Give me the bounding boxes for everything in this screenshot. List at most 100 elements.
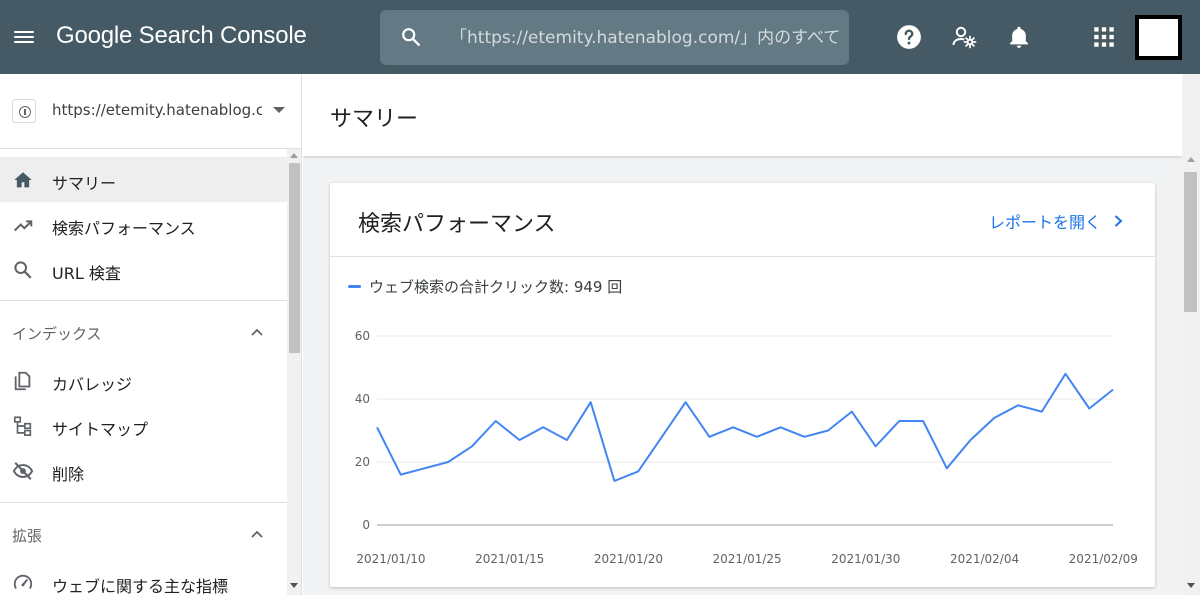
x-tick-label: 2021/01/10 [356, 552, 425, 566]
data-point [825, 428, 831, 434]
menu-icon[interactable] [12, 25, 36, 49]
trending-up-icon [14, 220, 33, 232]
sidebar-item-label: 削除 [52, 465, 85, 484]
sidebar-item-label: カバレッジ [52, 375, 133, 394]
x-tick-label: 2021/02/09 [1069, 552, 1138, 566]
chevron-up-icon[interactable] [250, 325, 264, 339]
performance-card: 検索パフォーマンス レポートを開く ウェブ検索の合計クリック数: 949 回 0… [330, 183, 1155, 587]
page-title: サマリー [330, 107, 419, 132]
help-icon[interactable] [896, 24, 922, 50]
data-point [564, 437, 570, 443]
data-point [920, 418, 926, 424]
sidebar-item-label: URL 検査 [52, 264, 121, 283]
data-point [896, 418, 902, 424]
open-report-label: レポートを開く [988, 213, 1101, 232]
y-tick-label: 40 [355, 392, 370, 406]
caret-down-icon[interactable] [273, 107, 285, 113]
top-app-bar: Google Search Console [0, 0, 1200, 74]
data-point [778, 424, 784, 430]
data-point [493, 418, 499, 424]
data-point [754, 434, 760, 440]
data-point [659, 434, 665, 440]
data-point [801, 434, 807, 440]
data-point [588, 399, 594, 405]
legend-label: ウェブ検索の合計クリック数: 949 回 [369, 278, 623, 296]
data-point [374, 424, 380, 430]
divider [330, 256, 1155, 257]
app-title[interactable]: Google Search Console [56, 22, 307, 50]
sidebar-item-coverage[interactable]: カバレッジ [0, 358, 287, 403]
scroll-down-arrow-icon[interactable] [290, 583, 298, 588]
scroll-up-arrow-icon[interactable] [1187, 157, 1195, 162]
data-point [1086, 405, 1092, 411]
property-selector[interactable]: https://etemity.hatenablog.com/ [0, 74, 302, 149]
sidebar-scrollbar-thumb[interactable] [289, 163, 300, 353]
chart-legend[interactable]: ウェブ検索の合計クリック数: 949 回 [348, 276, 622, 297]
sidebar-item-label: 検索パフォーマンス [52, 219, 196, 238]
search-icon[interactable] [400, 26, 422, 48]
main-scrollbar-thumb[interactable] [1184, 172, 1197, 312]
sidebar-item-summary[interactable]: サマリー [0, 157, 287, 202]
speed-icon [13, 574, 33, 590]
sitemap-icon [13, 416, 32, 436]
data-point [421, 465, 427, 471]
section-enhancements[interactable]: 拡張 [0, 503, 287, 566]
data-point [635, 468, 641, 474]
y-tick-label: 20 [355, 455, 370, 469]
data-point [683, 399, 689, 405]
data-point [1039, 409, 1045, 415]
account-avatar[interactable] [1135, 15, 1182, 60]
data-point [540, 424, 546, 430]
x-tick-label: 2021/01/25 [713, 552, 782, 566]
section-index[interactable]: インデックス [0, 301, 287, 364]
data-point [1110, 387, 1116, 393]
manage-users-icon[interactable] [951, 24, 977, 50]
main-scrollbar[interactable] [1182, 74, 1200, 595]
property-url: https://etemity.hatenablog.com/ [52, 101, 262, 119]
sidebar-nav: サマリー 検索パフォーマンス URL 検査 インデックス カバレッジ サイトマッ… [0, 157, 287, 595]
notifications-icon[interactable] [1006, 24, 1032, 50]
chevron-up-icon[interactable] [250, 527, 264, 541]
data-point [469, 443, 475, 449]
search-bar[interactable] [380, 10, 849, 65]
open-report-link[interactable]: レポートを開く [989, 209, 1125, 233]
x-tick-label: 2021/01/30 [831, 552, 900, 566]
series-line-clicks[interactable] [376, 372, 1114, 482]
y-tick-label: 60 [355, 329, 370, 343]
apps-grid-icon[interactable] [1091, 24, 1117, 50]
data-point [445, 459, 451, 465]
copy-icon [14, 371, 31, 391]
data-point [968, 437, 974, 443]
sidebar-item-core-web-vitals[interactable]: ウェブに関する主な指標 [0, 560, 287, 595]
data-point [706, 434, 712, 440]
x-tick-label: 2021/01/20 [594, 552, 663, 566]
sidebar-item-search-performance[interactable]: 検索パフォーマンス [0, 202, 287, 247]
scroll-up-arrow-icon[interactable] [290, 153, 298, 158]
chevron-right-icon [1114, 215, 1123, 227]
x-tick-label: 2021/02/04 [950, 552, 1019, 566]
data-point [611, 478, 617, 484]
data-point [516, 437, 522, 443]
data-point [1015, 402, 1021, 408]
y-tick-label: 0 [362, 518, 370, 532]
scroll-down-arrow-icon[interactable] [1187, 583, 1195, 588]
sidebar-item-label: ウェブに関する主な指標 [52, 577, 229, 595]
data-point [398, 472, 404, 478]
property-info-icon [12, 99, 36, 123]
data-point [849, 409, 855, 415]
sidebar-item-label: サイトマップ [52, 420, 149, 439]
x-tick-label: 2021/01/15 [475, 552, 544, 566]
clicks-line-chart[interactable]: 0 20 40 60 2021/01/10 2021/01/15 2021/01/20 202… [330, 313, 1155, 587]
data-point [730, 424, 736, 430]
sidebar: https://etemity.hatenablog.com/ サマリー 検索パ… [0, 74, 302, 595]
search-input[interactable] [450, 10, 840, 65]
data-point [873, 443, 879, 449]
visibility-off-icon [12, 462, 34, 480]
section-title: 拡張 [12, 527, 43, 545]
sidebar-item-sitemaps[interactable]: サイトマップ [0, 403, 287, 448]
section-title: インデックス [12, 325, 102, 343]
sidebar-item-removals[interactable]: 削除 [0, 448, 287, 493]
sidebar-item-label: サマリー [52, 174, 117, 193]
sidebar-item-url-inspection[interactable]: URL 検査 [0, 247, 287, 292]
main-content: サマリー 検索パフォーマンス レポートを開く ウェブ検索の合計クリック数: 94… [303, 74, 1182, 595]
